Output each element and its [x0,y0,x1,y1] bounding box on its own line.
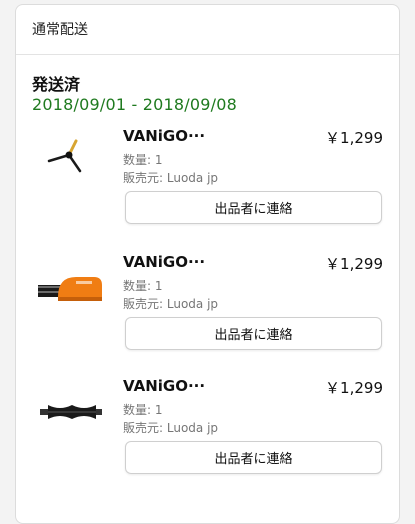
item-quantity: 数量: 1 [123,153,163,167]
item-quantity: 数量: 1 [123,403,163,417]
item-seller: 販売元: Luoda jp [123,421,219,435]
delivery-date-range: 2018/09/01 - 2018/09/08 [32,95,237,114]
item-name[interactable]: VANiGO··· [123,377,205,395]
item-seller: 販売元: Luoda jp [123,171,219,185]
contact-seller-button[interactable]: 出品者に連絡 [125,441,382,474]
item-price: ￥1,299 [325,379,383,397]
item-price: ￥1,299 [325,255,383,273]
order-item: VANiGO··· ￥1,299 数量: 1 販売元: Luoda jp 出品者… [16,127,401,237]
contact-seller-button[interactable]: 出品者に連絡 [125,191,382,224]
roller-brush-icon[interactable] [36,387,106,437]
contact-seller-button[interactable]: 出品者に連絡 [125,317,382,350]
side-brush-icon[interactable] [36,135,106,185]
order-item: VANiGO··· ￥1,299 数量: 1 販売元: Luoda jp 出品者… [16,377,401,487]
orange-brush-icon[interactable] [36,267,106,317]
shipment-status: 発送済 [32,75,81,94]
item-name[interactable]: VANiGO··· [123,253,205,271]
item-seller: 販売元: Luoda jp [123,297,219,311]
order-shipment-card: 通常配送 発送済 2018/09/01 - 2018/09/08 VANiGO·… [15,4,400,524]
item-price: ￥1,299 [325,129,383,147]
item-name[interactable]: VANiGO··· [123,127,205,145]
section-title: 通常配送 [16,5,399,55]
item-quantity: 数量: 1 [123,279,163,293]
order-item: VANiGO··· ￥1,299 数量: 1 販売元: Luoda jp 出品者… [16,253,401,363]
